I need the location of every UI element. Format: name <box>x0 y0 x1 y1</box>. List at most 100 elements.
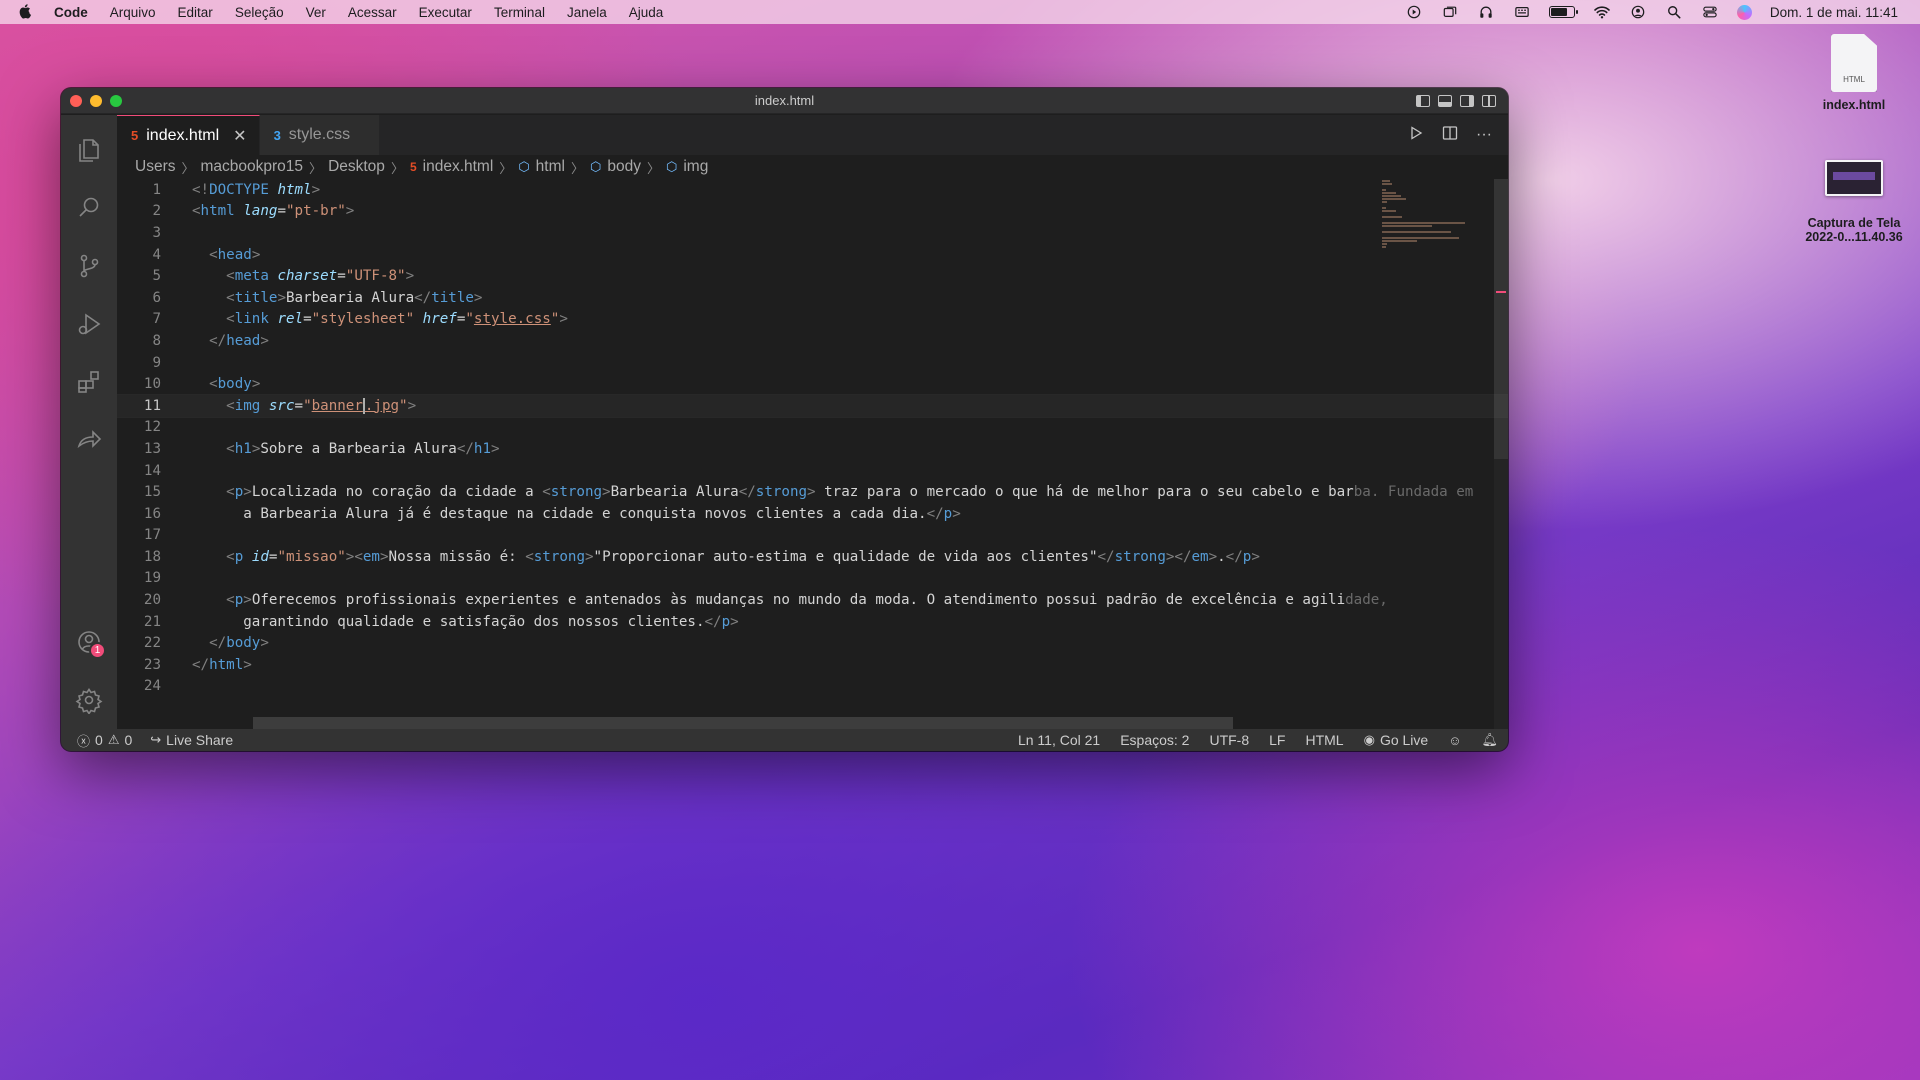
code-line[interactable]: 4 <head> <box>117 244 1508 266</box>
tab-style-css[interactable]: 3 style.css <box>259 115 380 155</box>
search-icon[interactable] <box>61 179 117 237</box>
line-number[interactable]: 17 <box>117 527 161 543</box>
menu-arquivo[interactable]: Arquivo <box>99 5 167 20</box>
menu-code[interactable]: Code <box>52 5 99 20</box>
line-number[interactable]: 5 <box>117 268 161 284</box>
breadcrumb-html[interactable]: html <box>536 158 565 176</box>
desktop-file-index-html[interactable]: HTML index.html <box>1794 34 1914 112</box>
play-circle-icon[interactable] <box>1405 5 1423 19</box>
code-line[interactable]: 5 <meta charset="UTF-8"> <box>117 265 1508 287</box>
code-line[interactable]: 3 <box>117 222 1508 244</box>
scrollbar-thumb[interactable] <box>1494 179 1508 459</box>
line-number[interactable]: 4 <box>117 247 161 263</box>
code-line[interactable]: 8 </head> <box>117 330 1508 352</box>
menu-acessar[interactable]: Acessar <box>337 5 408 20</box>
menu-selecao[interactable]: Seleção <box>224 5 295 20</box>
code-line[interactable]: 22 </body> <box>117 632 1508 654</box>
notifications-bell-icon[interactable]: 🔔︎ <box>1481 732 1498 748</box>
code-line[interactable]: 11 <img src="banner .jpg"> <box>117 393 1508 418</box>
headphones-icon[interactable] <box>1477 5 1495 19</box>
explorer-icon[interactable] <box>61 121 117 179</box>
line-number[interactable]: 24 <box>117 678 161 694</box>
live-share-icon[interactable] <box>61 411 117 469</box>
code-editor[interactable]: 1 <!DOCTYPE html> 2 <html lang="pt-br"> 3 4 <… <box>117 179 1508 729</box>
line-number[interactable]: 13 <box>117 441 161 457</box>
code-line[interactable]: 21 garantindo qualidade e satisfação dos… <box>117 611 1508 633</box>
breadcrumb-users[interactable]: Users <box>135 158 175 176</box>
extensions-icon[interactable] <box>61 353 117 411</box>
code-line[interactable]: 15 <p>Localizada no coração da cidade a … <box>117 481 1508 503</box>
breadcrumb-img[interactable]: img <box>683 158 708 176</box>
settings-gear-icon[interactable] <box>61 671 117 729</box>
code-line[interactable]: 24 <box>117 676 1508 698</box>
desktop-screenshot-file[interactable]: Captura de Tela 2022-0...11.40.36 <box>1794 160 1914 244</box>
line-number[interactable]: 16 <box>117 506 161 522</box>
line-number[interactable]: 2 <box>117 203 161 219</box>
siri-icon[interactable] <box>1736 4 1752 20</box>
menu-editar[interactable]: Editar <box>167 5 224 20</box>
breadcrumb-file[interactable]: index.html <box>423 158 494 176</box>
tab-index-html[interactable]: 5 index.html ✕ <box>117 115 260 155</box>
line-number[interactable]: 15 <box>117 484 161 500</box>
code-line[interactable]: 1 <!DOCTYPE html> <box>117 179 1508 201</box>
breadcrumb-desktop[interactable]: Desktop <box>328 158 385 176</box>
line-number[interactable]: 23 <box>117 657 161 673</box>
line-number[interactable]: 6 <box>117 290 161 306</box>
window-stack-icon[interactable] <box>1441 5 1459 19</box>
end-of-line[interactable]: LF <box>1269 732 1285 748</box>
problems-indicator[interactable]: ⓧ 0 ⚠ 0 <box>77 731 132 750</box>
line-number[interactable]: 14 <box>117 463 161 479</box>
wifi-icon[interactable] <box>1593 5 1611 19</box>
go-live-button[interactable]: ◉ Go Live <box>1364 732 1429 748</box>
line-number[interactable]: 12 <box>117 419 161 435</box>
run-debug-icon[interactable] <box>61 295 117 353</box>
encoding[interactable]: UTF-8 <box>1209 732 1249 748</box>
code-line[interactable]: 19 <box>117 568 1508 590</box>
code-line[interactable]: 13 <h1>Sobre a Barbearia Alura</h1> <box>117 438 1508 460</box>
code-line[interactable]: 12 <box>117 417 1508 439</box>
line-number[interactable]: 11 <box>117 398 161 414</box>
code-line[interactable]: 14 <box>117 460 1508 482</box>
line-number[interactable]: 18 <box>117 549 161 565</box>
menubar-clock[interactable]: Dom. 1 de mai. 11:41 <box>1770 5 1898 20</box>
line-number[interactable]: 8 <box>117 333 161 349</box>
keyboard-icon[interactable] <box>1513 5 1531 19</box>
line-number[interactable]: 1 <box>117 182 161 198</box>
breadcrumb-body[interactable]: body <box>607 158 641 176</box>
live-share-status[interactable]: ↪ Live Share <box>150 732 233 748</box>
split-editor-icon[interactable] <box>1442 125 1458 146</box>
line-number[interactable]: 7 <box>117 311 161 327</box>
code-line[interactable]: 17 <box>117 525 1508 547</box>
code-line[interactable]: 10 <body> <box>117 373 1508 395</box>
close-tab-icon[interactable]: ✕ <box>233 126 246 146</box>
toggle-panel-icon[interactable] <box>1438 94 1452 107</box>
line-number[interactable]: 10 <box>117 376 161 392</box>
code-line[interactable]: 18 <p id="missao"><em>Nossa missão é: <s… <box>117 546 1508 568</box>
apple-logo-icon[interactable] <box>0 4 52 20</box>
source-control-icon[interactable] <box>61 237 117 295</box>
line-number[interactable]: 21 <box>117 614 161 630</box>
code-line[interactable]: 9 <box>117 352 1508 374</box>
minimize-window-button[interactable] <box>90 94 102 107</box>
code-line[interactable]: 20 <p>Oferecemos profissionais experient… <box>117 589 1508 611</box>
code-line[interactable]: 23 </html> <box>117 654 1508 676</box>
feedback-icon[interactable]: ☺ <box>1448 733 1461 748</box>
cursor-position[interactable]: Ln 11, Col 21 <box>1018 732 1100 748</box>
menu-executar[interactable]: Executar <box>408 5 483 20</box>
more-actions-icon[interactable]: ··· <box>1476 126 1492 144</box>
spotlight-search-icon[interactable] <box>1665 5 1683 19</box>
user-circle-icon[interactable] <box>1629 5 1647 19</box>
language-mode[interactable]: HTML <box>1305 732 1343 748</box>
toggle-secondary-sidebar-icon[interactable] <box>1460 94 1474 107</box>
menu-ver[interactable]: Ver <box>295 5 337 20</box>
code-line[interactable]: 2 <html lang="pt-br"> <box>117 201 1508 223</box>
accounts-icon[interactable]: 1 <box>61 613 117 671</box>
zoom-window-button[interactable] <box>110 94 122 107</box>
toggle-primary-sidebar-icon[interactable] <box>1416 94 1430 107</box>
minimap[interactable] <box>1382 179 1494 729</box>
menu-terminal[interactable]: Terminal <box>483 5 556 20</box>
line-number[interactable]: 22 <box>117 635 161 651</box>
line-number[interactable]: 19 <box>117 570 161 586</box>
code-line[interactable]: 6 <title>Barbearia Alura</title> <box>117 287 1508 309</box>
menu-ajuda[interactable]: Ajuda <box>618 5 675 20</box>
